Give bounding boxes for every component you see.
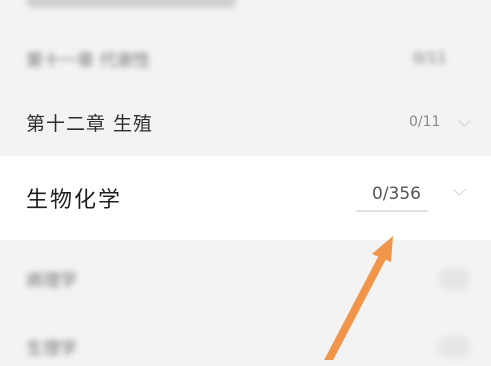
chapter-count: 0/11 — [413, 49, 447, 67]
count-underline — [356, 210, 428, 212]
chapter-row-12[interactable]: 第十二章 生殖 0/11 — [0, 100, 491, 144]
blurred-placeholder — [438, 336, 470, 358]
chevron-down-icon — [458, 114, 471, 127]
chevron-down-icon[interactable] — [453, 183, 466, 196]
chapter-row-11[interactable]: 第十一章 代谢性 0/11 — [0, 38, 491, 78]
blurred-placeholder — [26, 0, 236, 8]
subject-row-biochemistry[interactable]: 生物化学 0/356 — [0, 156, 491, 240]
subject-progress-count: 0/356 — [372, 184, 421, 204]
list-item-top-partial[interactable] — [0, 0, 491, 16]
chapter-count: 0/11 — [409, 114, 441, 130]
blurred-placeholder — [438, 268, 470, 290]
subject-title: 生理学 — [26, 338, 77, 359]
subject-title: 生物化学 — [26, 188, 123, 213]
subject-row-pathology[interactable]: 病理学 — [0, 258, 491, 298]
chapter-title: 第十一章 代谢性 — [26, 50, 151, 71]
subject-title: 病理学 — [26, 270, 77, 291]
subject-row-physiology[interactable]: 生理学 — [0, 326, 491, 366]
chapter-title: 第十二章 生殖 — [26, 112, 154, 135]
